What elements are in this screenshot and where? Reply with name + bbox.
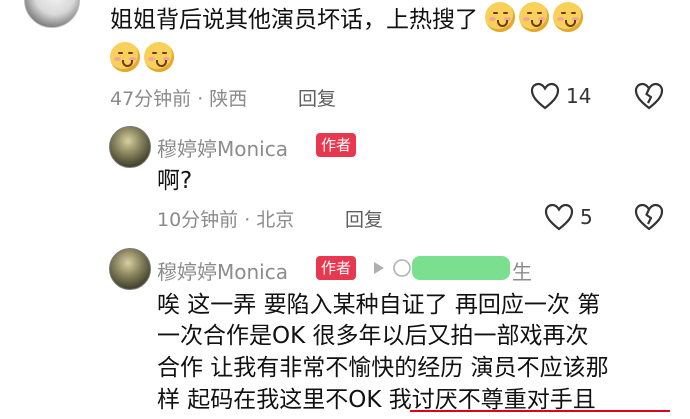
dislike-icon[interactable] <box>634 82 664 110</box>
blushing-emoji-icon <box>144 42 174 72</box>
comment-body: 姐姐背后说其他演员坏话，上热搜了 <box>110 7 478 33</box>
reply-to-name-fragment: 生 <box>512 260 532 284</box>
comment-text: 姐姐背后说其他演员坏话，上热搜了 <box>110 2 587 39</box>
reply-button[interactable]: 回复 <box>298 84 336 111</box>
redaction-mask <box>412 256 510 280</box>
author-badge: 作者 <box>316 133 357 157</box>
blushing-emoji-icon <box>485 2 516 32</box>
author-badge: 作者 <box>316 256 357 280</box>
like-count: 14 <box>566 84 592 108</box>
blushing-emoji-icon <box>519 2 550 32</box>
comment-emoji-row <box>110 42 178 72</box>
blushing-emoji-icon <box>110 42 140 72</box>
author-username[interactable]: 穆婷婷Monica <box>157 133 288 162</box>
blushing-emoji-icon <box>553 2 584 32</box>
reply-button[interactable]: 回复 <box>345 205 383 232</box>
highlight-underline <box>410 410 670 412</box>
author-avatar[interactable] <box>109 126 151 168</box>
dislike-icon[interactable] <box>634 203 664 231</box>
reply-text: 啊? <box>157 168 193 194</box>
like-icon[interactable] <box>544 203 574 231</box>
like-count: 5 <box>580 205 593 229</box>
reply-text-line: 样 起码在我这里不OK 我讨厌不尊重对手且 <box>157 387 596 413</box>
like-icon[interactable] <box>530 82 560 110</box>
mention-icon <box>392 258 412 278</box>
commenter-avatar[interactable] <box>24 0 80 28</box>
play-arrow-icon <box>373 261 385 275</box>
author-avatar[interactable] <box>109 248 151 290</box>
author-username[interactable]: 穆婷婷Monica <box>157 256 288 285</box>
comment-time-location: 47分钟前 · 陕西 <box>110 88 248 110</box>
reply-time-location: 10分钟前 · 北京 <box>157 209 295 231</box>
